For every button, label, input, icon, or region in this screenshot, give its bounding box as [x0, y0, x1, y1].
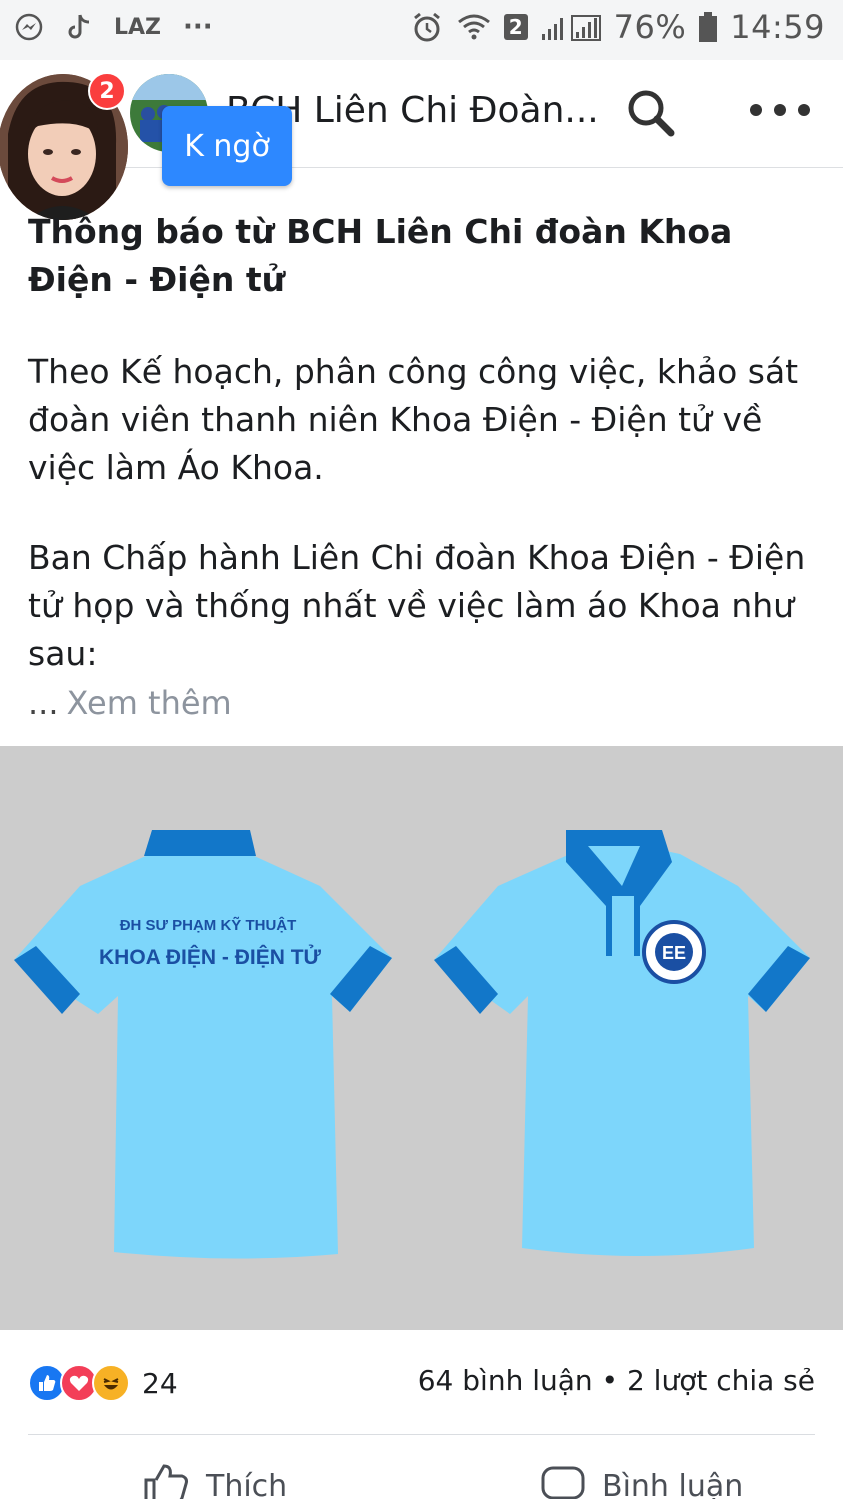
see-more-ellipsis: ... — [28, 684, 59, 722]
post-paragraph-2: Ban Chấp hành Liên Chi đoàn Khoa Điện - … — [28, 538, 806, 673]
shirt-back-line1: ĐH SƯ PHẠM KỸ THUẬT — [120, 916, 297, 934]
more-horizontal-icon[interactable] — [750, 90, 810, 130]
divider — [28, 1434, 815, 1435]
signal-icon — [540, 12, 602, 42]
tiktok-icon — [66, 12, 92, 42]
more-dots-icon: ··· — [183, 12, 213, 42]
comment-label: Bình luận — [602, 1468, 744, 1499]
clock: 14:59 — [730, 8, 825, 46]
post-image[interactable]: ĐH SƯ PHẠM KỸ THUẬT KHOA ĐIỆN - ĐIỆN TỬ … — [0, 746, 843, 1330]
reaction-count: 24 — [142, 1366, 178, 1400]
messenger-icon — [14, 12, 44, 42]
unread-badge: 2 — [88, 72, 126, 110]
wifi-icon — [456, 12, 492, 42]
see-more-label: Xem thêm — [66, 684, 232, 722]
battery-icon — [698, 11, 718, 43]
alarm-icon — [410, 10, 444, 44]
thumbs-up-icon — [142, 1462, 190, 1499]
logo-text: EE — [662, 943, 686, 963]
lazada-icon: LAZ — [114, 14, 161, 40]
see-more-link[interactable]: ... Xem thêm — [28, 684, 232, 722]
like-label: Thích — [206, 1468, 288, 1499]
shirt-back: ĐH SƯ PHẠM KỸ THUẬT KHOA ĐIỆN - ĐIỆN TỬ — [14, 830, 392, 1259]
sim-badge: 2 — [503, 14, 528, 40]
shirt-back-line2: KHOA ĐIỆN - ĐIỆN TỬ — [99, 945, 322, 969]
like-button[interactable]: Thích — [142, 1462, 287, 1499]
comment-icon — [540, 1462, 586, 1499]
reactions-summary[interactable]: 24 — [28, 1364, 178, 1402]
search-icon[interactable] — [622, 84, 680, 142]
status-bar: LAZ ··· 2 76% 14:59 — [0, 0, 843, 60]
post-paragraph-1: Theo Kế hoạch, phân công công việc, khảo… — [28, 352, 799, 487]
post-heading: Thông báo từ BCH Liên Chi đoàn Khoa Điện… — [28, 212, 733, 299]
chat-head-tooltip[interactable]: K ngờ — [162, 106, 292, 186]
shirt-front: EE — [434, 830, 810, 1256]
comments-shares-stats[interactable]: 64 bình luận • 2 lượt chia sẻ — [418, 1364, 815, 1397]
comment-button[interactable]: Bình luận — [540, 1462, 743, 1499]
battery-percent: 76% — [613, 8, 687, 46]
haha-reaction-icon — [92, 1364, 130, 1402]
